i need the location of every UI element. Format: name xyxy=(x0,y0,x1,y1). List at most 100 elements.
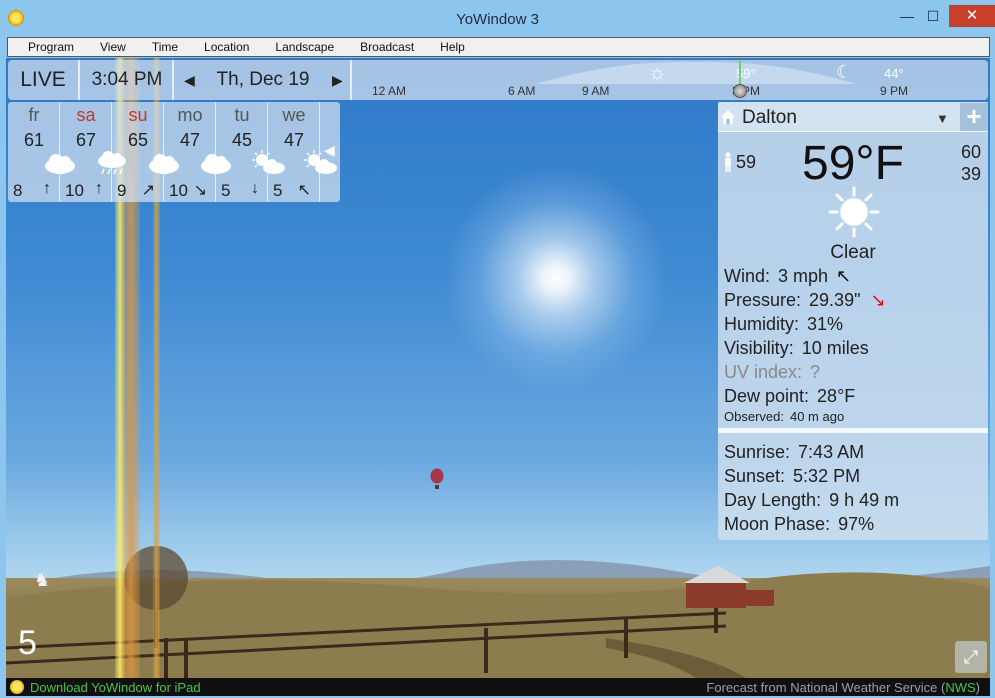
forecast-temp: 67 xyxy=(75,130,97,150)
low-temp: 39 xyxy=(961,164,982,184)
visibility-label: Visibility: xyxy=(724,338,794,358)
location-header: Dalton ▼ + xyxy=(718,102,988,132)
forecast-day-name: sa xyxy=(76,105,96,125)
forecast-temp: 61 xyxy=(23,130,45,150)
forecast-day-name: fr xyxy=(28,105,40,125)
feels-like-temp: 59 xyxy=(736,152,757,172)
menu-program[interactable]: Program xyxy=(8,40,74,54)
next-day-icon[interactable]: ▶ xyxy=(332,60,343,100)
window-title: YoWindow 3 xyxy=(456,11,539,28)
forecast-day-name: mo xyxy=(177,105,203,125)
sunset-label: Sunset: xyxy=(724,466,786,486)
partly-sunny-icon xyxy=(303,150,337,174)
menu-broadcast[interactable]: Broadcast xyxy=(340,40,414,54)
menu-view[interactable]: View xyxy=(80,40,126,54)
sunrise-value: 7:43 AM xyxy=(798,442,865,462)
moon-phase-value: 97% xyxy=(838,514,875,534)
sunset-row: Sunset: 5:32 PM xyxy=(724,466,860,487)
pressure-trend-icon: ↘ xyxy=(870,290,886,310)
sunrise-row: Sunrise: 7:43 AM xyxy=(724,442,864,463)
menu-landscape[interactable]: Landscape xyxy=(255,40,334,54)
title-bar: YoWindow 3 — ☐ ✕ xyxy=(0,0,995,35)
forecast-temp: 47 xyxy=(283,130,305,150)
location-dropdown-icon[interactable]: ▼ xyxy=(936,111,949,126)
moon-phase-label: Moon Phase: xyxy=(724,514,831,534)
forecast-day[interactable]: mo 47 10 ↘ xyxy=(164,102,231,202)
forecast-day[interactable]: tu 45 5 ↓ xyxy=(216,102,285,202)
fullscreen-icon[interactable]: ⤢ xyxy=(955,641,987,673)
high-temp: 60 xyxy=(961,142,982,162)
wind-value: 3 mph xyxy=(778,266,829,286)
person-icon xyxy=(725,152,731,172)
observed-row: Observed: 40 m ago xyxy=(724,409,844,424)
timeline-temp: 44° xyxy=(884,66,904,81)
yowindow-logo-icon xyxy=(10,680,24,694)
sunset-value: 5:32 PM xyxy=(793,466,861,486)
forecast-temp: 47 xyxy=(179,130,201,150)
nws-link[interactable]: NWS xyxy=(945,680,975,695)
wind-direction-icon: ↓ xyxy=(251,180,259,197)
timeline-label: 9 PM xyxy=(880,84,909,98)
visibility-value: 10 miles xyxy=(801,338,869,358)
download-link[interactable]: Download YoWindow for iPad xyxy=(30,680,201,695)
menu-time[interactable]: Time xyxy=(132,40,178,54)
observed-label: Observed: xyxy=(724,409,784,424)
maximize-button[interactable]: ☐ xyxy=(920,5,946,27)
wind-label: Wind: xyxy=(724,266,771,286)
prev-day-icon[interactable]: ◀ xyxy=(184,60,195,100)
add-location-button[interactable]: + xyxy=(960,103,988,131)
live-button[interactable]: LIVE xyxy=(8,60,80,100)
menu-bar: Program View Time Location Landscape Bro… xyxy=(7,37,990,57)
forecast-day[interactable]: fr 61 8 ↑ xyxy=(8,102,75,202)
forecast-day-name: tu xyxy=(234,105,250,125)
svg-text:♞: ♞ xyxy=(34,570,50,590)
panel-divider xyxy=(718,428,988,433)
menu-help[interactable]: Help xyxy=(420,40,465,54)
forecast-day-name: we xyxy=(282,105,306,125)
forecast-temp: 65 xyxy=(127,130,149,150)
close-button[interactable]: ✕ xyxy=(949,5,995,27)
notification-badge[interactable]: 5 xyxy=(18,624,37,663)
current-time: 3:04 PM xyxy=(82,60,174,100)
wind-direction-icon: ↖ xyxy=(836,266,852,286)
forecast-day[interactable]: sa 67 10 ↑ xyxy=(60,102,126,202)
timeline-handle[interactable] xyxy=(733,84,747,98)
sun-glow xyxy=(446,168,666,388)
timeline-label: 6 AM xyxy=(508,84,536,98)
forecast-wind: 9 xyxy=(117,181,127,200)
visibility-row: Visibility: 10 miles xyxy=(724,338,869,359)
humidity-row: Humidity: 31% xyxy=(724,314,843,335)
wind-direction-icon: ↘ xyxy=(193,182,207,199)
forecast-source-text: Forecast from National Weather Service ( xyxy=(706,680,946,695)
location-name[interactable]: Dalton xyxy=(742,107,797,129)
dew-point-label: Dew point: xyxy=(724,386,810,406)
time-bar: LIVE 3:04 PM Th, Dec 19 ◀ ▶ 12 AM 6 AM 9… xyxy=(8,60,988,100)
forecast-panel: fr 61 8 ↑ sa 67 10 ↑ su 65 9 ↗ mo 47 10 … xyxy=(8,102,340,202)
sun-icon: ☼ xyxy=(648,62,667,84)
home-icon[interactable] xyxy=(720,109,736,125)
current-temperature: 59°F xyxy=(802,137,904,190)
timeline[interactable]: 12 AM 6 AM 9 AM 3 PM 9 PM ☼ 59° ☾ 44° xyxy=(356,60,988,100)
clear-sun-icon xyxy=(828,186,880,238)
forecast-day[interactable]: we 47 5 ↖ xyxy=(268,102,337,202)
menu-location[interactable]: Location xyxy=(184,40,249,54)
forecast-wind: 10 xyxy=(169,181,188,200)
minimize-button[interactable]: — xyxy=(894,5,920,27)
current-date: Th, Dec 19 xyxy=(176,60,352,100)
dew-point-row: Dew point: 28°F xyxy=(724,386,855,407)
forecast-day[interactable]: su 65 9 ↗ xyxy=(112,102,179,202)
wind-direction-icon: ↗ xyxy=(141,182,155,199)
day-length-row: Day Length: 9 h 49 m xyxy=(724,490,899,511)
dew-point-value: 28°F xyxy=(817,386,856,406)
forecast-day-name: su xyxy=(128,105,148,125)
sunrise-label: Sunrise: xyxy=(724,442,791,462)
current-conditions-panel: Dalton ▼ + 59 59°F 60 39 Clear Wind: 3 mp… xyxy=(718,102,988,540)
observed-value: 40 m ago xyxy=(789,409,845,424)
condition-text: Clear xyxy=(830,242,876,263)
uv-value: ? xyxy=(810,362,821,382)
collapse-forecast-icon[interactable]: ◀ xyxy=(324,142,335,159)
wind-direction-icon: ↖ xyxy=(297,182,311,199)
wind-direction-icon: ↑ xyxy=(95,180,103,197)
uv-label: UV index: xyxy=(724,362,803,382)
humidity-value: 31% xyxy=(807,314,844,334)
